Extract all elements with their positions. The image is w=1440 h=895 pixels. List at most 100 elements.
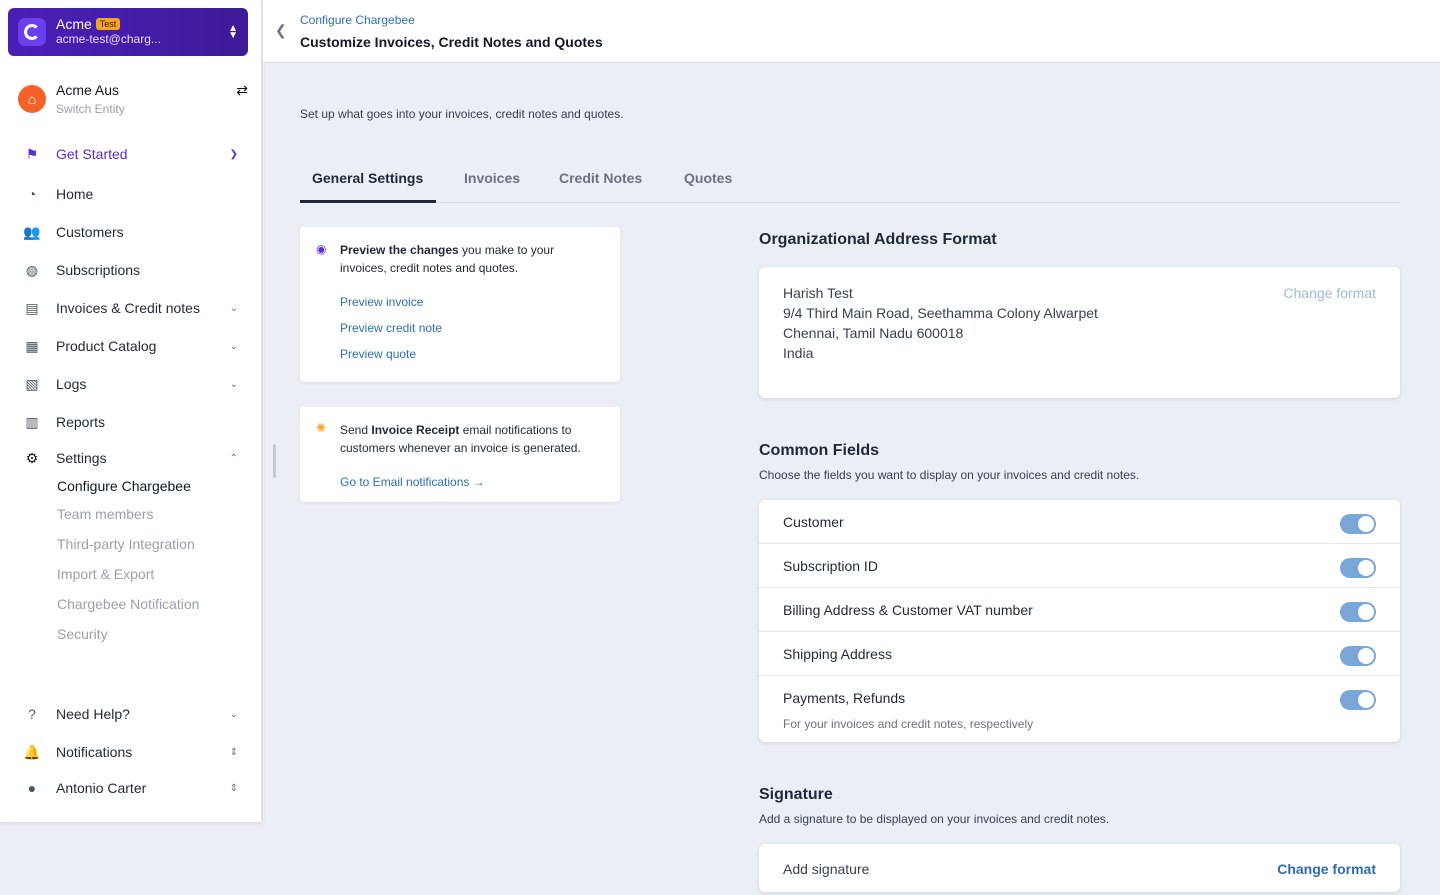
subscriptions-icon: ◍ <box>25 261 39 278</box>
sidebar-item-logs[interactable]: ▧ Logs ⌄ <box>22 372 238 396</box>
active-tab-indicator <box>300 200 436 203</box>
subscription-id-toggle[interactable] <box>1340 558 1376 578</box>
address-line: India <box>783 345 814 361</box>
chevron-updown-icon: ⇕ <box>229 746 238 758</box>
preview-invoice-link[interactable]: Preview invoice <box>340 295 423 309</box>
preview-quote-link[interactable]: Preview quote <box>340 347 416 361</box>
account-name: Acme <box>56 16 92 32</box>
invoice-icon: ▤ <box>25 299 39 316</box>
shipping-address-toggle[interactable] <box>1340 646 1376 666</box>
signature-subtitle: Add a signature to be displayed on your … <box>759 812 1110 826</box>
change-signature-format-button[interactable]: Change format <box>1277 861 1376 877</box>
account-info: Acme Test acme-test@charg... <box>56 17 228 47</box>
page-title: Customize Invoices, Credit Notes and Quo… <box>300 34 603 50</box>
sidebar-item-notifications[interactable]: 🔔 Notifications ⇕ <box>22 740 238 764</box>
preview-card-text: Preview the changes you make to your inv… <box>340 243 555 275</box>
preview-card: ◉ Preview the changes you make to your i… <box>300 227 620 382</box>
chevron-down-icon: ⌄ <box>229 708 238 720</box>
sidebar-item-home[interactable]: ◔ Home <box>22 182 238 206</box>
email-notifications-link[interactable]: Go to Email notifications → <box>340 475 485 489</box>
page-header: ❮ Configure Chargebee Customize Invoices… <box>263 0 1440 63</box>
sidebar-subitem-team-members[interactable]: Team members <box>57 506 153 522</box>
account-email: acme-test@charg... <box>56 32 161 46</box>
sidebar-subitem-security[interactable]: Security <box>57 626 108 642</box>
chevron-updown-icon: ⇕ <box>229 782 238 794</box>
chargebee-logo-icon <box>18 18 46 46</box>
field-sublabel: For your invoices and credit notes, resp… <box>783 717 1034 731</box>
eye-icon: ◉ <box>316 242 327 256</box>
sidebar-subitem-configure-chargebee[interactable]: Configure Chargebee <box>57 478 191 494</box>
sidebar-item-need-help[interactable]: ? Need Help? ⌄ <box>22 702 238 726</box>
sidebar-item-label: Logs <box>56 376 87 392</box>
logs-icon: ▧ <box>25 375 39 392</box>
preview-credit-note-link[interactable]: Preview credit note <box>340 321 442 335</box>
field-row-billing-address: Billing Address & Customer VAT number <box>759 588 1400 632</box>
dashboard-icon: ◔ <box>27 186 37 202</box>
sidebar-item-label: Notifications <box>56 744 133 760</box>
account-switcher[interactable]: Acme Test acme-test@charg... ▲ ▼ <box>8 8 248 56</box>
sidebar-item-label: Reports <box>56 414 106 430</box>
sidebar-item-label: Home <box>56 186 94 202</box>
billing-address-toggle[interactable] <box>1340 602 1376 622</box>
entity-name: Acme Aus <box>56 82 120 98</box>
address-line: Chennai, Tamil Nadu 600018 <box>783 325 964 341</box>
common-fields-subtitle: Choose the fields you want to display on… <box>759 468 1140 482</box>
sidebar-item-settings[interactable]: ⚙ Settings ⌃ <box>22 446 238 470</box>
sidebar-item-label: Product Catalog <box>56 338 157 354</box>
bell-icon: 🔔 <box>23 743 41 760</box>
page-intro: Set up what goes into your invoices, cre… <box>300 107 624 121</box>
gear-icon: ⚙ <box>25 449 39 466</box>
signature-title: Signature <box>759 786 833 803</box>
arrow-right-icon: → <box>472 475 485 489</box>
swap-icon[interactable]: ⇄ <box>236 82 248 99</box>
chevron-down-icon: ⌄ <box>229 340 238 352</box>
customer-toggle[interactable] <box>1340 514 1376 534</box>
calculator-icon: ▦ <box>25 337 39 354</box>
sidebar-item-label: Need Help? <box>56 706 130 722</box>
entity-switcher[interactable]: ⌂ Acme Aus Switch Entity ⇄ <box>18 82 248 122</box>
help-icon: ? <box>28 706 36 722</box>
sidebar-subitem-import-export[interactable]: Import & Export <box>57 566 154 582</box>
field-label: Subscription ID <box>783 558 878 574</box>
field-row-shipping-address: Shipping Address <box>759 632 1400 676</box>
add-signature-label: Add signature <box>783 861 870 877</box>
sidebar-item-label: Settings <box>56 450 107 466</box>
sidebar-item-subscriptions[interactable]: ◍ Subscriptions <box>22 258 238 282</box>
signature-panel: Add signature Change format <box>759 844 1400 892</box>
tab-credit-notes[interactable]: Credit Notes <box>559 170 642 186</box>
sidebar-item-product-catalog[interactable]: ▦ Product Catalog ⌄ <box>22 334 238 358</box>
chevron-down-icon: ⌄ <box>229 302 238 314</box>
address-line: 9/4 Third Main Road, Seethamma Colony Al… <box>783 305 1098 321</box>
change-address-format-button[interactable]: Change format <box>1283 285 1376 301</box>
tab-invoices[interactable]: Invoices <box>464 170 520 186</box>
building-icon: ⌂ <box>18 85 46 113</box>
tab-general-settings[interactable]: General Settings <box>312 170 423 186</box>
breadcrumb[interactable]: Configure Chargebee <box>300 13 415 27</box>
field-row-payments-refunds: Payments, Refunds For your invoices and … <box>759 676 1400 742</box>
sidebar-resize-handle[interactable] <box>273 444 276 478</box>
sidebar-item-reports[interactable]: ▥ Reports <box>22 410 238 434</box>
sidebar: Acme Test acme-test@charg... ▲ ▼ ⌂ Acme Au… <box>0 0 262 822</box>
tab-quotes[interactable]: Quotes <box>684 170 732 186</box>
payments-refunds-toggle[interactable] <box>1340 690 1376 710</box>
avatar: ● <box>27 780 37 796</box>
field-label: Customer <box>783 514 844 530</box>
address-line: Harish Test <box>783 285 853 301</box>
sidebar-subitem-chargebee-notification[interactable]: Chargebee Notification <box>57 596 199 612</box>
back-icon[interactable]: ❮ <box>275 22 287 39</box>
address-section-title: Organizational Address Format <box>759 231 997 248</box>
sidebar-item-label: Subscriptions <box>56 262 141 278</box>
users-icon: 👥 <box>23 223 41 240</box>
field-label: Billing Address & Customer VAT number <box>783 602 1033 618</box>
sidebar-item-user[interactable]: ● Antonio Carter ⇕ <box>22 776 238 800</box>
email-notification-card: ✺ Send Invoice Receipt email notificatio… <box>300 407 620 502</box>
sidebar-item-customers[interactable]: 👥 Customers <box>22 220 238 244</box>
chevron-up-icon: ⌃ <box>229 452 238 464</box>
entity-sub: Switch Entity <box>56 102 125 116</box>
chevron-down-icon: ⌄ <box>229 378 238 390</box>
chevron-right-icon: ❯ <box>229 148 238 160</box>
sidebar-item-get-started[interactable]: ⚑ Get Started ❯ <box>22 142 238 166</box>
sidebar-item-invoices[interactable]: ▤ Invoices & Credit notes ⌄ <box>22 296 238 320</box>
address-panel: Harish Test 9/4 Third Main Road, Seetham… <box>759 267 1400 398</box>
sidebar-subitem-third-party-integration[interactable]: Third-party Integration <box>57 536 195 552</box>
